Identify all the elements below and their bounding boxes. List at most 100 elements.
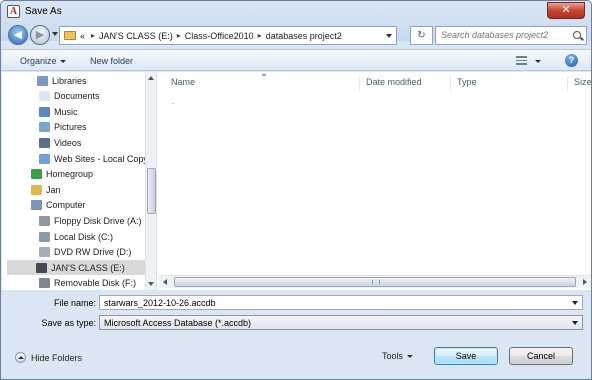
- documents-icon: [39, 91, 50, 102]
- nav-item-label: Web Sites - Local Copy: [54, 153, 148, 164]
- forward-button[interactable]: ▶: [30, 25, 50, 45]
- column-type[interactable]: Type: [450, 77, 477, 91]
- nav-item-label: Pictures: [54, 122, 87, 133]
- navigation-pane: Libraries Documents Music Pictures Videos Web…: [2, 72, 157, 290]
- chevron-down-icon[interactable]: [572, 301, 578, 305]
- chevron-right-icon: ▸: [91, 31, 96, 40]
- hide-folders-label: Hide Folders: [31, 352, 83, 363]
- navigation-scrollbar[interactable]: [145, 72, 156, 290]
- breadcrumb-current-folder[interactable]: databases project2: [266, 31, 342, 41]
- horizontal-scrollbar[interactable]: [159, 275, 591, 288]
- back-button[interactable]: ◀: [8, 25, 28, 45]
- address-bar[interactable]: « ▸ JAN'S CLASS (E:) ▸ Class-Office2010 …: [59, 26, 397, 45]
- scroll-up-icon[interactable]: [148, 76, 154, 80]
- access-app-icon: A: [7, 5, 20, 18]
- search-icon[interactable]: [573, 31, 581, 39]
- usb-drive-icon: [36, 262, 47, 273]
- empty-list-marker: .: [172, 97, 175, 106]
- chevron-right-icon[interactable]: ▸: [258, 31, 262, 40]
- nav-item-libraries[interactable]: Libraries: [37, 73, 87, 88]
- browser-area: Libraries Documents Music Pictures Videos Web…: [2, 72, 591, 290]
- computer-icon: [31, 200, 42, 211]
- nav-item-videos[interactable]: Videos: [39, 135, 81, 150]
- homegroup-icon: [31, 169, 42, 180]
- chevron-down-icon: [407, 355, 414, 359]
- close-button[interactable]: ✕: [547, 2, 585, 19]
- nav-item-removable-disk-f[interactable]: Removable Disk (F:): [39, 276, 136, 290]
- chevron-down-icon[interactable]: [572, 321, 578, 325]
- change-view-icon[interactable]: [516, 56, 527, 65]
- organize-label: Organize: [20, 56, 57, 66]
- nav-item-pictures[interactable]: Pictures: [39, 120, 87, 135]
- search-box[interactable]: [435, 26, 587, 45]
- title-bar: A Save As ✕: [1, 1, 591, 23]
- chevron-right-icon[interactable]: ▸: [177, 31, 181, 40]
- scroll-right-icon[interactable]: [583, 279, 587, 285]
- nav-item-local-disk-c[interactable]: Local Disk (C:): [39, 229, 113, 244]
- scroll-down-icon[interactable]: [148, 282, 154, 286]
- file-name-value: starwars_2012-10-26.accdb: [104, 298, 216, 308]
- local-disk-icon: [39, 231, 50, 242]
- recent-locations-dropdown[interactable]: [52, 32, 58, 36]
- file-name-label: File name:: [53, 298, 96, 308]
- nav-item-label: Music: [54, 106, 78, 117]
- nav-item-label: DVD RW Drive (D:): [54, 247, 132, 258]
- column-date-modified[interactable]: Date modified: [359, 77, 422, 91]
- file-name-field[interactable]: starwars_2012-10-26.accdb: [99, 295, 583, 310]
- organize-menu[interactable]: Organize: [20, 56, 66, 66]
- videos-icon: [39, 137, 50, 148]
- nav-item-documents[interactable]: Documents: [39, 89, 100, 104]
- forward-arrow-icon: ▶: [35, 29, 45, 41]
- folder-icon: [64, 31, 76, 40]
- help-icon[interactable]: ?: [565, 54, 578, 67]
- scrollbar-thumb[interactable]: [174, 277, 576, 287]
- nav-item-music[interactable]: Music: [39, 104, 78, 119]
- command-bar: Organize New folder ?: [2, 49, 591, 71]
- removable-disk-icon: [39, 278, 50, 289]
- window-title: Save As: [25, 6, 62, 17]
- breadcrumb-drive[interactable]: JAN'S CLASS (E:): [99, 31, 173, 41]
- nav-item-label: Documents: [54, 91, 100, 102]
- libraries-icon: [37, 75, 48, 86]
- file-list: Name Date modified Type Size .: [158, 72, 591, 290]
- back-arrow-icon: ◀: [13, 29, 23, 41]
- views-dropdown-icon[interactable]: [535, 60, 541, 63]
- nav-item-label: Floppy Disk Drive (A:): [54, 215, 142, 226]
- tools-label: Tools: [382, 351, 404, 361]
- nav-item-dvd-rw-drive-d[interactable]: DVD RW Drive (D:): [39, 245, 131, 260]
- save-as-type-value: Microsoft Access Database (*.accdb): [104, 318, 252, 328]
- tools-menu[interactable]: Tools: [382, 351, 414, 361]
- address-dropdown-icon[interactable]: [386, 34, 392, 38]
- nav-item-label: Computer: [46, 200, 86, 211]
- save-as-type-select[interactable]: Microsoft Access Database (*.accdb): [99, 315, 583, 330]
- scrollbar-thumb[interactable]: [147, 168, 156, 214]
- nav-item-label: JAN'S CLASS (E:): [51, 262, 125, 273]
- nav-item-jan-s-class-e[interactable]: JAN'S CLASS (E:): [7, 260, 145, 276]
- column-name[interactable]: Name: [171, 77, 195, 91]
- save-as-dialog: A Save As ✕ ◀ ▶ « ▸ JAN'S CLASS (E:) ▸ C…: [0, 0, 592, 380]
- nav-item-homegroup[interactable]: Homegroup: [31, 167, 93, 182]
- scroll-left-icon[interactable]: [163, 279, 167, 285]
- nav-item-web-sites-local-copy[interactable]: Web Sites - Local Copy: [39, 151, 148, 166]
- search-input[interactable]: [441, 30, 569, 40]
- web-sites-icon: [39, 153, 50, 164]
- nav-item-label: Libraries: [52, 75, 87, 86]
- breadcrumb-class-folder[interactable]: Class-Office2010: [185, 31, 254, 41]
- nav-item-computer[interactable]: Computer: [31, 198, 86, 213]
- music-icon: [39, 106, 50, 117]
- new-folder-button[interactable]: New folder: [90, 56, 133, 66]
- column-size[interactable]: Size: [567, 77, 591, 91]
- chevron-down-icon: [59, 60, 66, 64]
- breadcrumb-overflow[interactable]: «: [80, 31, 85, 41]
- pictures-icon: [39, 122, 50, 133]
- refresh-button[interactable]: ↻: [410, 26, 433, 45]
- nav-item-jan[interactable]: Jan: [31, 182, 61, 197]
- save-button[interactable]: Save: [434, 347, 498, 365]
- cancel-button[interactable]: Cancel: [509, 347, 573, 365]
- hide-folders-toggle[interactable]: Hide Folders: [15, 352, 82, 363]
- collapse-arrow-icon: [15, 352, 26, 363]
- nav-item-floppy-disk-drive-a[interactable]: Floppy Disk Drive (A:): [39, 213, 142, 228]
- refresh-icon: ↻: [417, 30, 426, 41]
- sort-ascending-icon: [261, 73, 267, 76]
- nav-item-label: Removable Disk (F:): [54, 278, 137, 289]
